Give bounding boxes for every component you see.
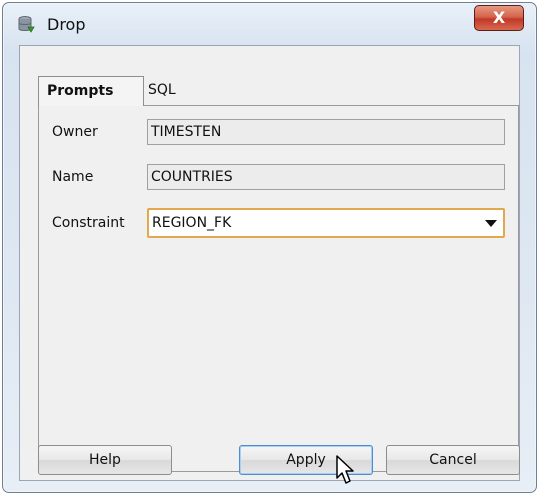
cancel-button-label: Cancel — [429, 452, 477, 468]
tab-prompts[interactable]: Prompts — [38, 76, 144, 106]
name-field: COUNTRIES — [147, 164, 505, 190]
constraint-select[interactable]: REGION_FK — [147, 208, 505, 238]
name-label: Name — [52, 169, 94, 185]
tab-sql[interactable]: SQL — [140, 76, 190, 106]
help-button[interactable]: Help — [38, 445, 172, 475]
chevron-down-icon[interactable] — [485, 220, 497, 227]
cancel-button[interactable]: Cancel — [386, 445, 520, 475]
mouse-pointer-icon — [336, 455, 354, 484]
constraint-label: Constraint — [52, 215, 125, 231]
close-button[interactable]: X — [474, 5, 524, 31]
title-bar[interactable]: Drop X — [3, 3, 536, 45]
prompts-panel: Owner TIMESTEN Name COUNTRIES Constraint… — [38, 105, 519, 472]
owner-label: Owner — [52, 124, 98, 140]
constraint-select-value: REGION_FK — [152, 215, 232, 231]
apply-button-label: Apply — [286, 452, 326, 468]
dialog-content: Prompts SQL Owner TIMESTEN Name COUNTRIE… — [19, 45, 520, 481]
dialog-title: Drop — [47, 15, 86, 34]
database-drop-icon — [18, 16, 35, 33]
help-button-label: Help — [89, 452, 121, 468]
dialog-window: Drop X Prompts SQL Owner TIMESTEN Name C… — [2, 2, 537, 493]
owner-field: TIMESTEN — [147, 119, 505, 145]
close-icon: X — [492, 8, 506, 27]
